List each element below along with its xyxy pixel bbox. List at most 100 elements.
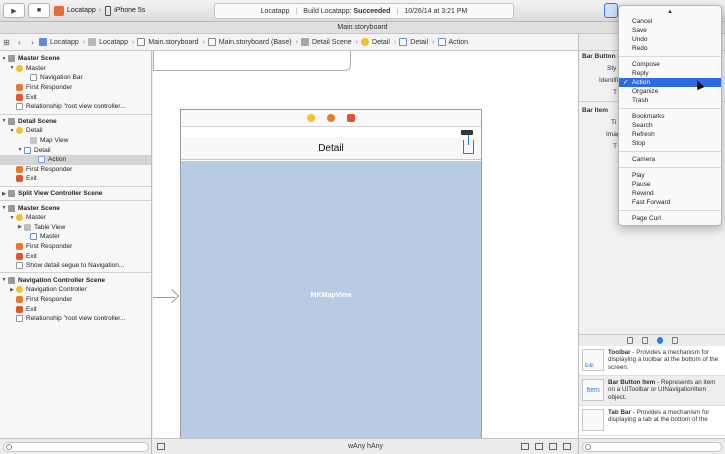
disclosure-triangle-icon[interactable]: ▼ [0, 118, 8, 124]
menu-item[interactable]: Play [619, 171, 721, 180]
navigation-item-icon [24, 146, 31, 154]
outline-item[interactable]: Master [0, 232, 151, 242]
menu-item[interactable]: Save [619, 26, 721, 35]
library-filter-field[interactable] [582, 442, 722, 452]
menu-item[interactable]: Rewind [619, 189, 721, 198]
outline-filter-field[interactable] [3, 442, 149, 452]
outline-item[interactable]: Exit [0, 304, 151, 314]
outline-item[interactable]: ▶ Table View [0, 223, 151, 233]
outline-item[interactable]: Exit [0, 251, 151, 261]
menu-item[interactable]: Reply [619, 69, 721, 78]
stop-button[interactable]: ■ [28, 3, 50, 18]
run-button[interactable]: ▶ [3, 3, 25, 18]
disclosure-triangle-icon[interactable]: ▼ [0, 56, 8, 62]
menu-item[interactable]: Pause [619, 180, 721, 189]
standard-editor-button[interactable] [604, 3, 618, 18]
action-share-icon[interactable] [463, 135, 474, 154]
menu-item[interactable]: Cancel [619, 17, 721, 26]
resolve-issues-icon[interactable] [549, 443, 557, 450]
menu-item[interactable]: Stop [619, 139, 721, 148]
outline-item[interactable]: ▼ Master [0, 64, 151, 74]
file-template-icon[interactable] [626, 337, 633, 344]
menu-item[interactable]: Camera [619, 155, 721, 164]
outline-item[interactable]: Show detail segue to Navigation... [0, 261, 151, 271]
scene-icon [300, 38, 309, 46]
navigation-bar[interactable]: Detail [181, 135, 481, 160]
breadcrumb[interactable]: Main.storyboard › [137, 38, 205, 46]
menu-item[interactable]: Trash [619, 96, 721, 105]
menu-item[interactable]: Compose [619, 60, 721, 69]
breadcrumb[interactable]: Main.storyboard (Base) › [207, 38, 298, 46]
breadcrumb[interactable]: Detail › [361, 38, 396, 46]
object-library-icon[interactable] [656, 337, 663, 344]
outline-scene-header[interactable]: ▶ Split View Controller Scene [0, 189, 151, 199]
disclosure-triangle-icon[interactable]: ▼ [0, 277, 8, 283]
outline-item[interactable]: Map View [0, 136, 151, 146]
forward-arrow-icon[interactable]: › [26, 36, 39, 49]
menu-item[interactable]: Fast Forward [619, 198, 721, 207]
navigation-item-icon [399, 38, 408, 46]
disclosure-triangle-icon[interactable]: ▼ [0, 205, 8, 211]
outline-scene-header[interactable]: ▼ Navigation Controller Scene [0, 275, 151, 285]
play-icon: ▶ [11, 7, 17, 15]
outline-item[interactable]: Exit [0, 174, 151, 184]
storyboard-canvas[interactable]: Detail MKMapView [153, 51, 578, 438]
pin-icon[interactable] [535, 443, 543, 450]
nav-title[interactable]: Detail [181, 143, 481, 154]
breadcrumb[interactable]: Locatapp › [88, 38, 134, 46]
outline-item[interactable]: ▼ Detail [0, 145, 151, 155]
breadcrumb[interactable]: Action [437, 38, 468, 46]
outline-item-selected[interactable]: Action [0, 154, 151, 165]
library-item[interactable]: Edit Toolbar - Provides a mechanism for … [579, 346, 725, 376]
outline-item[interactable]: Relationship "root view controller... [0, 102, 151, 112]
master-scene-frame[interactable] [153, 51, 351, 71]
breadcrumb[interactable]: Detail › [399, 38, 435, 46]
detail-scene-frame[interactable]: Detail MKMapView [180, 109, 482, 438]
breadcrumb[interactable]: Locatapp › [39, 38, 85, 46]
menu-item[interactable]: Page Curl [619, 214, 721, 223]
view-controller-icon [16, 64, 23, 72]
breadcrumb[interactable]: Detail Scene › [300, 38, 358, 46]
back-arrow-icon[interactable]: ‹ [13, 36, 26, 49]
menu-item[interactable]: Redo [619, 44, 721, 53]
menu-item[interactable]: Search [619, 121, 721, 130]
outline-item[interactable]: First Responder [0, 295, 151, 305]
outline-item[interactable]: Relationship "root view controller... [0, 314, 151, 324]
resizing-icon[interactable] [563, 443, 571, 450]
first-responder-icon[interactable] [327, 114, 335, 122]
related-items-icon[interactable]: ⊞ [0, 36, 13, 49]
outline-item[interactable]: First Responder [0, 242, 151, 252]
outline-item[interactable]: ▼ Master [0, 213, 151, 223]
menu-item-selected[interactable]: ✓ Action [619, 78, 721, 87]
outline-item[interactable]: ▼ Detail [0, 126, 151, 136]
outline-scene-header[interactable]: ▼ Master Scene [0, 54, 151, 64]
menu-item[interactable]: Bookmarks [619, 112, 721, 121]
outline-item[interactable]: First Responder [0, 83, 151, 93]
menu-item[interactable]: Refresh [619, 130, 721, 139]
scroll-up-arrow-icon[interactable]: ▲ [619, 7, 721, 17]
outline-scene-header[interactable]: ▼ Master Scene [0, 203, 151, 213]
map-view[interactable]: MKMapView [181, 161, 481, 438]
outline-item[interactable]: First Responder [0, 165, 151, 175]
library-tabs [578, 334, 725, 346]
iphone-icon [105, 5, 112, 16]
size-class-label[interactable]: wAny hAny [153, 443, 578, 450]
outline-item[interactable]: Navigation Bar [0, 73, 151, 83]
disclosure-triangle-icon[interactable]: ▶ [0, 191, 8, 197]
media-library-icon[interactable] [671, 337, 678, 344]
exit-icon[interactable] [347, 114, 355, 122]
align-icon[interactable] [521, 443, 529, 450]
menu-item[interactable]: Organize [619, 87, 721, 96]
exit-icon [16, 252, 23, 260]
code-snippet-icon[interactable] [641, 337, 648, 344]
library-item[interactable]: Item Bar Button Item - Represents an ite… [579, 376, 725, 406]
checkmark-icon: ✓ [623, 79, 629, 86]
outline-scene-header[interactable]: ▼ Detail Scene [0, 117, 151, 127]
library-item[interactable]: Tab Bar - Provides a mechanism for displ… [579, 406, 725, 436]
menu-item[interactable]: Undo [619, 35, 721, 44]
view-controller-icon[interactable] [307, 114, 315, 122]
outline-item[interactable]: ▶ Navigation Controller [0, 285, 151, 295]
window-toolbar: ▶ ■ Locatapp › iPhone 5s Locatapp | Buil… [0, 0, 725, 22]
scheme-selector[interactable]: Locatapp › iPhone 5s [54, 4, 152, 17]
outline-item[interactable]: Exit [0, 92, 151, 102]
